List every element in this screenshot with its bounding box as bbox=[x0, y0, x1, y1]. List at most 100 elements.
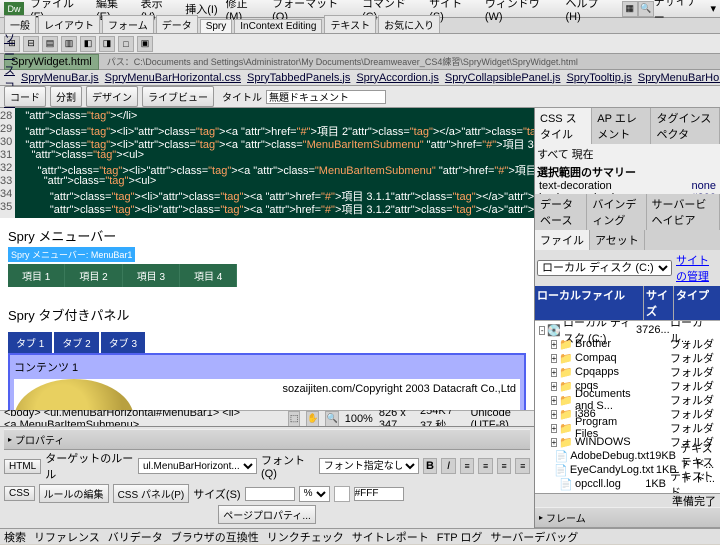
spry-menubar[interactable]: 項目 1 項目 2 項目 3 項目 4 bbox=[8, 264, 526, 287]
tabpanel-content[interactable]: コンテンツ 1 sozaijiten.com/Copyright 2003 Da… bbox=[8, 353, 526, 410]
css-mode-button[interactable]: CSS bbox=[4, 486, 35, 501]
tab-form[interactable]: フォーム bbox=[102, 15, 154, 33]
related-file[interactable]: SpryTabbedPanels.js bbox=[247, 72, 350, 84]
document-toolbar: コード 分割 デザイン ライブビュー タイトル bbox=[0, 86, 720, 108]
target-rule-select[interactable]: ul.MenuBarHorizont... bbox=[138, 458, 257, 474]
spry-widget-icon[interactable]: ◨ bbox=[99, 36, 115, 52]
document-tab[interactable]: SpryWidget.html bbox=[4, 54, 99, 70]
zoom-value[interactable]: 100% bbox=[345, 413, 373, 425]
hand-tool-icon[interactable]: ✋ bbox=[306, 411, 319, 427]
edit-rule-button[interactable]: ルールの編集 bbox=[39, 484, 109, 503]
files-tree[interactable]: -💽ローカル ディスク (C:)3726...ローカル...+📁Brotherフ… bbox=[535, 321, 720, 493]
zoom-tool-icon[interactable]: 🔍 bbox=[325, 411, 338, 427]
menubar-item[interactable]: 項目 1 bbox=[8, 264, 65, 287]
related-files-bar: ソースコード SpryMenuBar.js SpryMenuBarHorizon… bbox=[0, 70, 720, 86]
menubar-item[interactable]: 項目 3 bbox=[123, 264, 180, 287]
spry-widget-icon[interactable]: ◧ bbox=[80, 36, 96, 52]
font-select[interactable]: フォント指定なし bbox=[319, 458, 419, 474]
related-file[interactable]: SpryMenuBarHorizontal.css bbox=[638, 72, 720, 84]
design-view[interactable]: Spry メニューバー Spry メニューバー: MenuBar1 項目 1 項… bbox=[0, 218, 534, 410]
menu-help[interactable]: ヘルプ(H) bbox=[565, 0, 613, 23]
results-tab[interactable]: バリデータ bbox=[108, 529, 163, 545]
tab-layout[interactable]: レイアウト bbox=[38, 15, 100, 33]
bindings-tab[interactable]: バインディング bbox=[587, 194, 646, 230]
results-tab[interactable]: サイトレポート bbox=[352, 529, 429, 545]
code-view-button[interactable]: コード bbox=[4, 86, 46, 107]
css-current-button[interactable]: 現在 bbox=[572, 149, 594, 161]
results-tab[interactable]: 検索 bbox=[4, 529, 26, 545]
menubar-item[interactable]: 項目 2 bbox=[65, 264, 122, 287]
italic-button[interactable]: I bbox=[441, 458, 456, 474]
split-view-button[interactable]: 分割 bbox=[50, 86, 82, 107]
size-input[interactable] bbox=[245, 487, 295, 501]
spry-widget-icon[interactable]: □ bbox=[118, 36, 134, 52]
size-unit-select[interactable]: % bbox=[299, 486, 330, 502]
text-color-swatch[interactable] bbox=[334, 486, 350, 502]
menubar-item[interactable]: 項目 4 bbox=[180, 264, 237, 287]
css-all-button[interactable]: すべて bbox=[537, 149, 569, 161]
related-file[interactable]: SpryAccordion.js bbox=[356, 72, 439, 84]
assets-tab[interactable]: アセット bbox=[590, 230, 645, 250]
css-styles-tab[interactable]: CSS スタイル bbox=[535, 108, 592, 144]
manage-sites-link[interactable]: サイトの管理 bbox=[676, 252, 718, 284]
spry-widget-icon[interactable]: ▥ bbox=[61, 36, 77, 52]
title-input[interactable] bbox=[266, 90, 386, 104]
select-tool-icon[interactable]: ⬚ bbox=[288, 411, 300, 427]
frame-panel-header[interactable]: フレーム bbox=[535, 507, 720, 528]
tab-favorite[interactable]: お気に入り bbox=[378, 15, 440, 33]
css-panel-button[interactable]: CSS パネル(P) bbox=[113, 484, 190, 503]
spry-widget-icon[interactable]: ⊟ bbox=[23, 36, 39, 52]
tab-data[interactable]: データ bbox=[156, 15, 198, 33]
properties-header[interactable]: プロパティ bbox=[4, 429, 530, 450]
spry-widget-icon[interactable]: ▣ bbox=[137, 36, 153, 52]
document-tab-bar: SpryWidget.html パス：C:\Documents and Sett… bbox=[0, 54, 720, 70]
results-tab[interactable]: FTP ログ bbox=[437, 529, 483, 545]
col-name[interactable]: ローカルファイル bbox=[535, 286, 644, 320]
design-view-button[interactable]: デザイン bbox=[86, 86, 138, 107]
target-rule-label: ターゲットのルール bbox=[45, 450, 134, 482]
code-view[interactable]: 2829303132333435 "attr">class="tag"></li… bbox=[0, 108, 534, 218]
files-status: 準備完了 bbox=[535, 493, 720, 507]
align-justify-button[interactable]: ≡ bbox=[515, 458, 530, 474]
tab-content-text: コンテンツ 1 bbox=[14, 362, 78, 374]
text-color-input[interactable] bbox=[354, 487, 404, 501]
drive-select[interactable]: ローカル ディスク (C:) bbox=[537, 260, 672, 276]
tag-selector: <body> <ul.MenuBarHorizontal#MenuBar1> <… bbox=[0, 410, 534, 426]
live-view-button[interactable]: ライブビュー bbox=[142, 86, 214, 107]
menu-window[interactable]: ウィンドウ(W) bbox=[485, 0, 558, 23]
tab-incontext[interactable]: InContext Editing bbox=[234, 19, 322, 33]
server-behaviors-tab[interactable]: サーバービヘイビア bbox=[647, 194, 720, 230]
related-file[interactable]: SpryTooltip.js bbox=[566, 72, 631, 84]
results-tab[interactable]: ブラウザの互換性 bbox=[171, 529, 259, 545]
tabpanel-tab[interactable]: タブ 1 bbox=[8, 332, 52, 353]
page-properties-button[interactable]: ページプロパティ... bbox=[218, 505, 316, 524]
tab-text[interactable]: テキスト bbox=[324, 15, 376, 33]
image-placeholder bbox=[14, 379, 134, 410]
col-type[interactable]: タイプ bbox=[674, 286, 720, 320]
results-tab[interactable]: リンクチェック bbox=[267, 529, 344, 545]
layout-icon[interactable]: ▦ bbox=[622, 1, 638, 17]
related-file[interactable]: SpryMenuBar.js bbox=[21, 72, 99, 84]
spry-widget-icon[interactable]: ▤ bbox=[42, 36, 58, 52]
related-file[interactable]: SpryCollapsiblePanel.js bbox=[445, 72, 561, 84]
results-tab[interactable]: サーバーデバッグ bbox=[490, 529, 578, 545]
related-file[interactable]: SpryMenuBarHorizontal.css bbox=[105, 72, 241, 84]
spry-widget-label[interactable]: Spry メニューバー: MenuBar1 bbox=[8, 247, 135, 262]
files-tab[interactable]: ファイル bbox=[535, 230, 590, 250]
col-size[interactable]: サイズ bbox=[644, 286, 674, 320]
database-tab[interactable]: データベース bbox=[535, 194, 587, 230]
align-right-button[interactable]: ≡ bbox=[497, 458, 512, 474]
ap-elements-tab[interactable]: AP エレメント bbox=[592, 108, 651, 144]
workspace-dropdown[interactable]: デザイナー ▾ bbox=[654, 0, 716, 25]
search-icon[interactable]: 🔍 bbox=[638, 1, 654, 17]
tabpanel-tab[interactable]: タブ 3 bbox=[101, 332, 145, 353]
align-center-button[interactable]: ≡ bbox=[478, 458, 493, 474]
tabpanel-tab[interactable]: タブ 2 bbox=[54, 332, 98, 353]
align-left-button[interactable]: ≡ bbox=[460, 458, 475, 474]
results-tab[interactable]: リファレンス bbox=[34, 529, 100, 545]
tab-spry[interactable]: Spry bbox=[200, 19, 233, 33]
html-mode-button[interactable]: HTML bbox=[4, 459, 41, 474]
bold-button[interactable]: B bbox=[423, 458, 438, 474]
tag-inspector-tab[interactable]: タグインスペクタ bbox=[651, 108, 720, 144]
files-columns: ローカルファイル サイズ タイプ bbox=[535, 286, 720, 321]
